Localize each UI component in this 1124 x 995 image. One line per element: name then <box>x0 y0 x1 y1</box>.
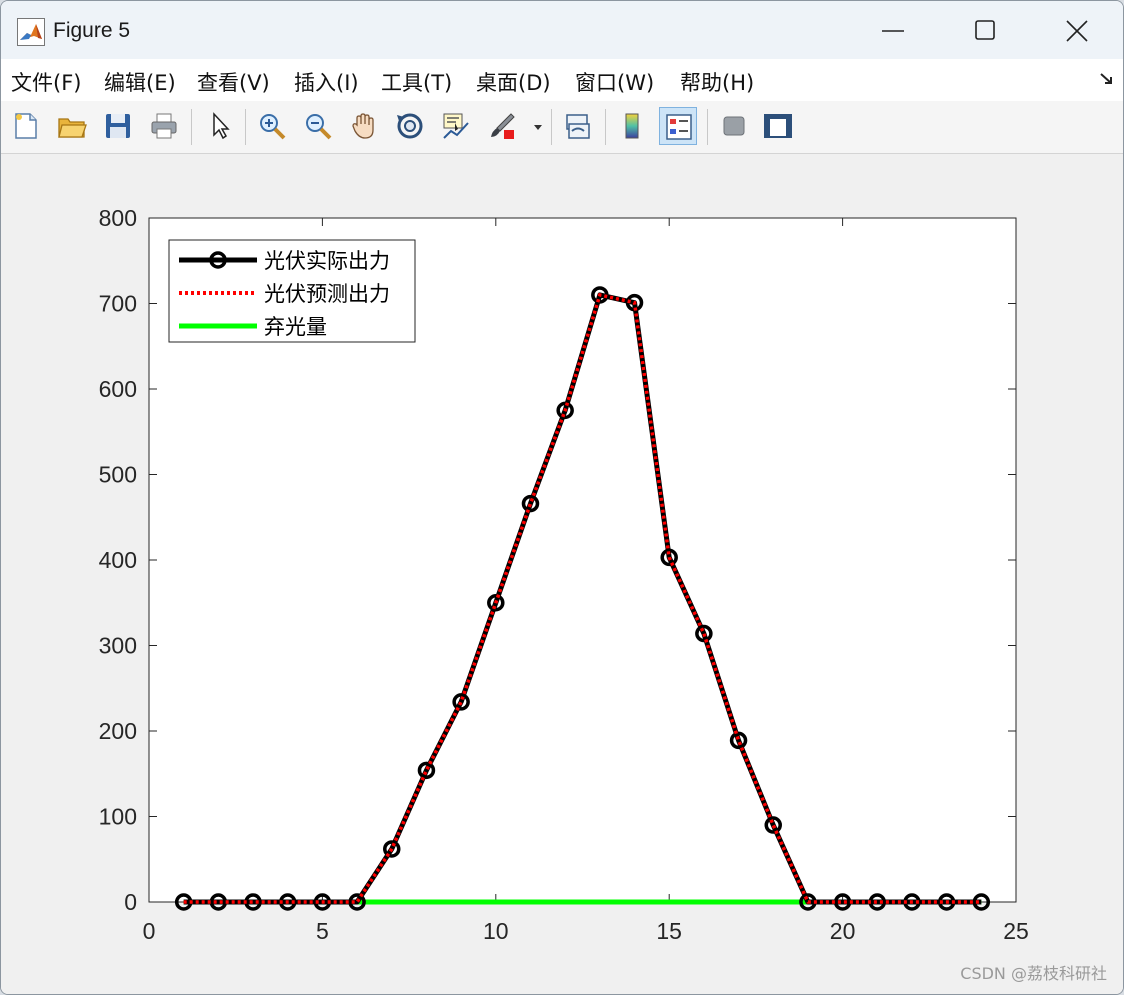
data-cursor-icon <box>443 113 469 139</box>
print-button[interactable] <box>145 107 183 145</box>
csdn-watermark: CSDN @荔枝科研社 <box>960 964 1107 983</box>
hide-plot-tools-button[interactable] <box>715 107 753 145</box>
menu-view[interactable]: 查看(V) <box>197 67 270 97</box>
y-tick-label: 0 <box>124 889 137 915</box>
show-plot-tools-icon <box>764 114 792 138</box>
menu-file[interactable]: 文件(F) <box>11 67 81 97</box>
title-bar[interactable]: Figure 5 <box>1 1 1123 59</box>
toolbar-separator <box>605 109 606 145</box>
y-tick-label: 300 <box>99 633 137 659</box>
menu-bar: 文件(F) 编辑(E) 查看(V) 插入(I) 工具(T) 桌面(D) 窗口(W… <box>1 59 1123 102</box>
figure-toolbar <box>1 101 1123 154</box>
rotate-3d-button[interactable] <box>391 107 429 145</box>
legend-label: 光伏预测出力 <box>264 282 390 306</box>
zoom-in-icon <box>260 114 286 140</box>
legend-icon <box>666 114 692 140</box>
y-tick-label: 100 <box>99 804 137 830</box>
menu-insert[interactable]: 插入(I) <box>294 67 359 97</box>
x-tick-label: 0 <box>143 918 156 944</box>
window-title: Figure 5 <box>53 19 131 42</box>
close-button[interactable] <box>1031 1 1123 59</box>
matlab-logo-icon <box>17 18 45 46</box>
show-plot-tools-button[interactable] <box>759 107 797 145</box>
open-file-button[interactable] <box>53 107 91 145</box>
y-tick-label: 800 <box>99 205 137 231</box>
toolbar-separator <box>245 109 246 145</box>
legend-label: 光伏实际出力 <box>264 249 390 273</box>
save-icon <box>106 114 130 138</box>
new-figure-button[interactable] <box>7 107 45 145</box>
save-button[interactable] <box>99 107 137 145</box>
line-chart[interactable]: 0 5 10 15 20 25 0 100 200 300 400 500 600 700 800 光伏实际出… <box>1 154 1123 994</box>
y-tick-label: 700 <box>99 291 137 317</box>
zoom-out-button[interactable] <box>299 107 337 145</box>
close-icon <box>1066 20 1088 42</box>
colorbar-icon <box>625 113 639 139</box>
y-tick-label: 200 <box>99 718 137 744</box>
x-tick-label: 5 <box>316 918 329 944</box>
figure-canvas[interactable]: 0 5 10 15 20 25 0 100 200 300 400 500 600 700 800 光伏实际出… <box>1 154 1123 994</box>
maximize-icon <box>975 20 995 40</box>
brush-icon <box>491 113 515 139</box>
x-tick-label: 10 <box>483 918 509 944</box>
legend-label: 弃光量 <box>264 315 327 339</box>
x-tick-label: 15 <box>656 918 682 944</box>
select-arrow-icon <box>213 112 230 140</box>
hide-plot-tools-icon <box>723 116 745 136</box>
select-button[interactable] <box>201 107 239 145</box>
menu-desktop[interactable]: 桌面(D) <box>476 67 551 97</box>
brush-dropdown-icon[interactable] <box>533 122 543 132</box>
y-tick-label: 500 <box>99 462 137 488</box>
link-plot-icon <box>566 114 590 139</box>
zoom-in-button[interactable] <box>253 107 291 145</box>
brush-button[interactable] <box>483 107 521 145</box>
x-tick-label: 20 <box>830 918 856 944</box>
toolbar-separator <box>551 109 552 145</box>
colorbar-button[interactable] <box>613 107 651 145</box>
data-cursor-button[interactable] <box>437 107 475 145</box>
pan-button[interactable] <box>345 107 383 145</box>
figure-window: Figure 5 文件(F) 编辑(E) 查看(V) 插入(I) 工具(T) 桌… <box>0 0 1124 995</box>
toolbar-separator <box>191 109 192 145</box>
menu-tools[interactable]: 工具(T) <box>381 67 452 97</box>
x-tick-label: 25 <box>1003 918 1029 944</box>
new-figure-icon <box>15 113 37 139</box>
pan-hand-icon <box>352 113 374 139</box>
open-file-icon <box>58 118 87 138</box>
toolbar-separator <box>707 109 708 145</box>
menu-help[interactable]: 帮助(H) <box>680 67 754 97</box>
y-tick-label: 400 <box>99 547 137 573</box>
minimize-button[interactable] <box>847 1 939 59</box>
menu-edit[interactable]: 编辑(E) <box>104 67 176 97</box>
print-icon <box>151 113 177 139</box>
dock-arrow-icon[interactable] <box>1099 71 1115 87</box>
legend-button[interactable] <box>659 107 697 145</box>
y-tick-label: 600 <box>99 376 137 402</box>
maximize-button[interactable] <box>939 1 1031 59</box>
link-plot-button[interactable] <box>559 107 597 145</box>
zoom-out-icon <box>306 114 332 140</box>
menu-window[interactable]: 窗口(W) <box>575 67 654 97</box>
rotate-3d-icon <box>397 113 423 139</box>
minimize-icon <box>882 30 904 32</box>
